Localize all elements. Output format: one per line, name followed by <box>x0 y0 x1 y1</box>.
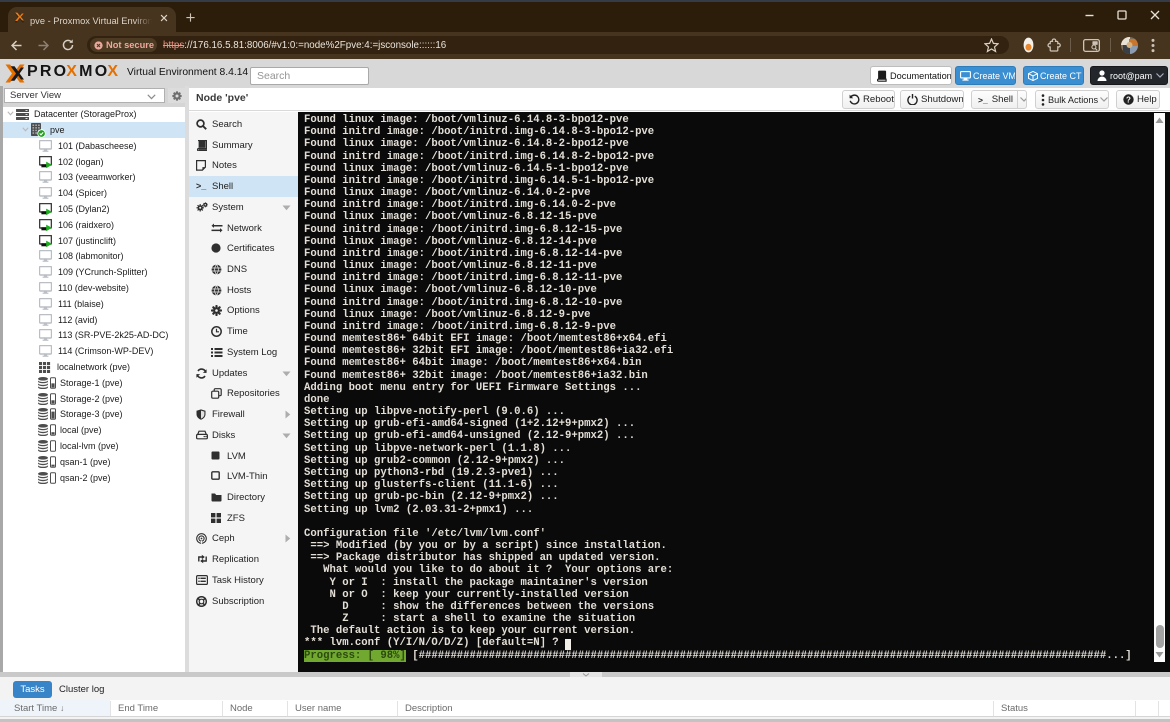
svg-text:?: ? <box>1126 95 1131 104</box>
